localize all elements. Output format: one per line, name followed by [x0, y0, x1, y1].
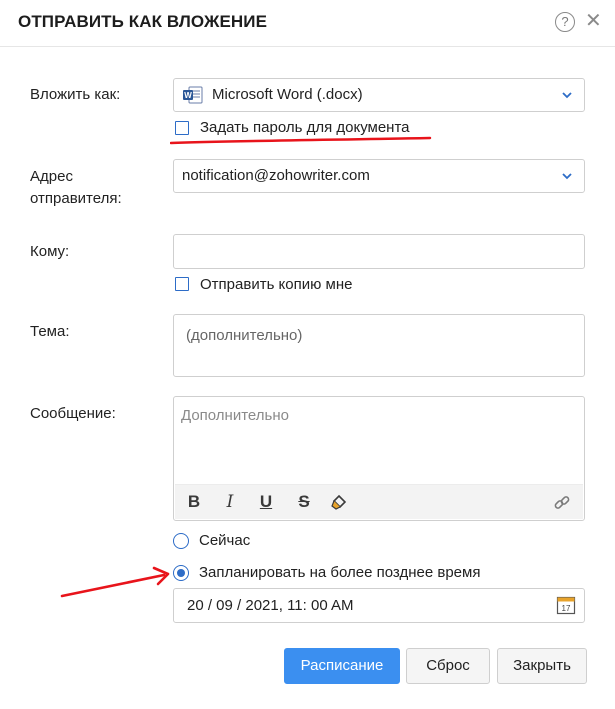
- message-label: Сообщение:: [30, 405, 116, 422]
- subject-label: Тема:: [30, 323, 70, 340]
- calendar-icon[interactable]: 17: [556, 595, 576, 615]
- attach-as-select[interactable]: W Microsoft Word (.docx): [173, 78, 585, 112]
- clear-format-icon[interactable]: [330, 493, 348, 513]
- strikethrough-icon[interactable]: S: [295, 492, 313, 512]
- close-button[interactable]: Закрыть: [497, 648, 587, 684]
- svg-text:W: W: [184, 91, 192, 100]
- chevron-down-icon: [562, 173, 572, 180]
- bold-icon[interactable]: B: [185, 492, 203, 512]
- calendar-day: 17: [562, 604, 571, 613]
- annotation-underline: [170, 136, 432, 145]
- send-now-radio[interactable]: [173, 533, 189, 549]
- sender-label-line1: Адрес: [30, 168, 73, 185]
- underline-icon[interactable]: U: [257, 492, 275, 512]
- dialog-header: ОТПРАВИТЬ КАК ВЛОЖЕНИЕ ? ✕: [0, 0, 615, 47]
- annotation-arrow: [60, 566, 170, 598]
- subject-input[interactable]: (дополнительно): [173, 314, 585, 377]
- send-copy-label[interactable]: Отправить копию мне: [200, 276, 352, 293]
- sender-select[interactable]: notification@zohowriter.com: [173, 159, 585, 193]
- message-editor[interactable]: Дополнительно B I U S: [173, 396, 585, 521]
- message-placeholder: Дополнительно: [181, 407, 289, 424]
- to-label: Кому:: [30, 243, 70, 260]
- question-circle-icon[interactable]: ?: [555, 12, 575, 32]
- schedule-later-label[interactable]: Запланировать на более позднее время: [199, 564, 480, 581]
- set-password-label[interactable]: Задать пароль для документа: [200, 119, 410, 136]
- attach-as-value: Microsoft Word (.docx): [212, 86, 363, 103]
- dialog-title: ОТПРАВИТЬ КАК ВЛОЖЕНИЕ: [18, 12, 268, 31]
- close-icon[interactable]: ✕: [585, 11, 602, 31]
- send-now-label[interactable]: Сейчас: [199, 532, 250, 549]
- sender-value: notification@zohowriter.com: [182, 167, 370, 184]
- italic-icon[interactable]: I: [221, 492, 239, 512]
- send-copy-checkbox[interactable]: [175, 277, 189, 291]
- schedule-datetime-input[interactable]: 20 / 09 / 2021, 11: 00 AM 17: [173, 588, 585, 623]
- attach-as-label: Вложить как:: [30, 86, 121, 103]
- reset-button[interactable]: Сброс: [406, 648, 490, 684]
- set-password-checkbox[interactable]: [175, 121, 189, 135]
- schedule-button[interactable]: Расписание: [284, 648, 400, 684]
- editor-toolbar: B I U S: [175, 484, 583, 519]
- subject-placeholder: (дополнительно): [186, 327, 303, 344]
- link-icon[interactable]: [553, 493, 571, 513]
- word-document-icon: W: [183, 86, 203, 104]
- schedule-datetime-value: 20 / 09 / 2021, 11: 00 AM: [187, 597, 354, 614]
- to-input[interactable]: [173, 234, 585, 269]
- sender-label-line2: отправителя:: [30, 190, 122, 207]
- chevron-down-icon: [562, 92, 572, 99]
